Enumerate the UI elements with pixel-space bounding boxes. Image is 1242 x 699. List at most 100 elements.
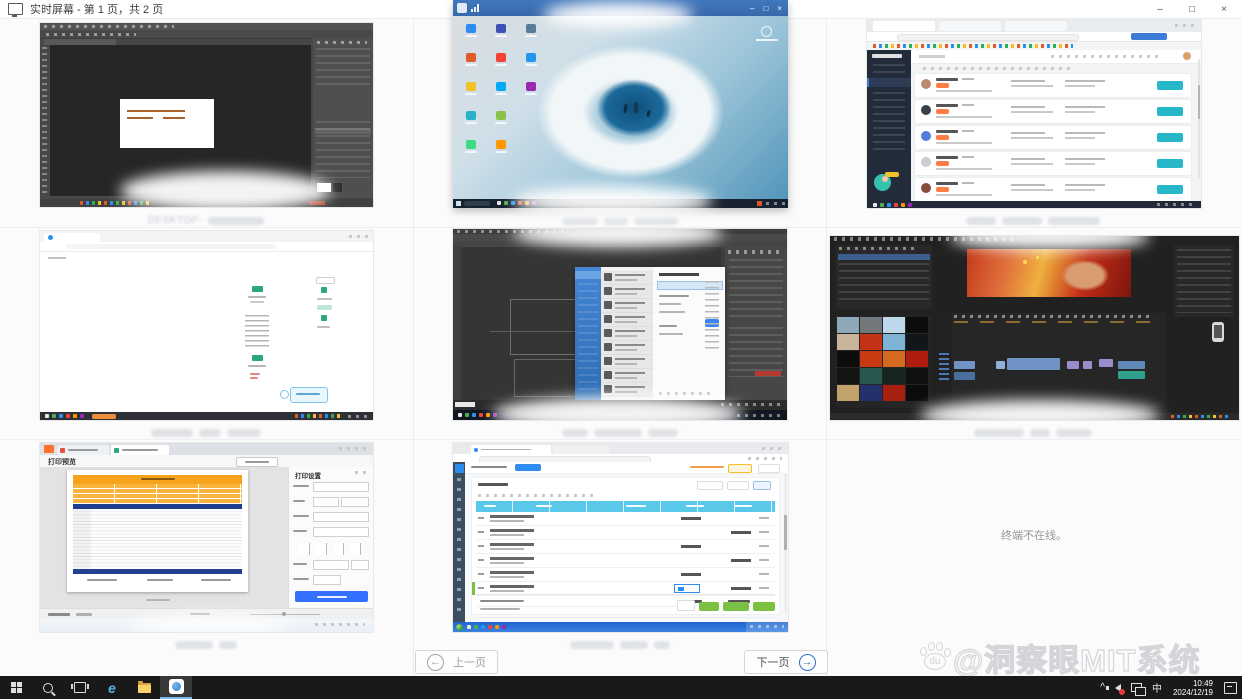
browser-chrome: [40, 231, 373, 242]
dialog-list-row: [601, 355, 653, 369]
terminal-label: [923, 426, 1143, 439]
thumbnail-video-editor[interactable]: [830, 236, 1239, 420]
signal-bars-icon: [471, 4, 479, 12]
gear-icon: [761, 26, 772, 37]
ime-button[interactable]: 中: [1147, 676, 1167, 699]
desktop-icon: [491, 53, 511, 77]
close-button[interactable]: ×: [1208, 0, 1240, 18]
next-page-label: 下一页: [757, 654, 790, 670]
task-view-button[interactable]: [64, 676, 96, 699]
thumbnail-accounting-app[interactable]: [453, 443, 788, 632]
window-title: 实时屏幕 - 第 1 页，共 2 页: [30, 1, 163, 17]
desktop-icon: [491, 82, 511, 106]
ime-label: 中: [1152, 680, 1162, 695]
media-thumbnail: [883, 368, 905, 384]
thumbnail-wps-print[interactable]: 打印预览 打印设置: [40, 443, 373, 632]
media-thumbnail: [883, 334, 905, 350]
next-page-button[interactable]: 下一页 →: [744, 650, 828, 674]
zoom-widget: [290, 387, 328, 403]
mini-taskbar-icon: [52, 414, 56, 418]
internet-explorer-button[interactable]: e: [96, 676, 128, 699]
candidate-card: [915, 100, 1191, 123]
desktop-icon: [491, 140, 511, 164]
remote-taskbar: [40, 412, 373, 420]
voucher-row: [476, 554, 775, 568]
action-center-button[interactable]: [1219, 676, 1242, 699]
mini-taskbar-icon: [502, 625, 506, 629]
terminal-label: [510, 638, 730, 651]
file-explorer-button[interactable]: [128, 676, 160, 699]
blur-redaction: [120, 171, 330, 207]
volume-button[interactable]: [1110, 676, 1126, 699]
media-thumbnail: [837, 334, 859, 350]
terminal-label: [96, 426, 316, 439]
media-thumbnail: [906, 385, 928, 401]
media-thumbnail: [906, 368, 928, 384]
timeline-clip: [1118, 371, 1146, 379]
thumbnail-3d-app[interactable]: [453, 229, 787, 420]
maximize-button[interactable]: □: [1176, 0, 1208, 18]
minimize-button[interactable]: –: [1144, 0, 1176, 18]
avatar: [921, 79, 931, 89]
thumbnail-photoshop[interactable]: [40, 23, 373, 207]
tag-pill: [936, 135, 949, 140]
mini-taskbar-icon: [908, 203, 912, 207]
remote-desktop: [453, 16, 788, 208]
viewer-close-button[interactable]: ×: [777, 4, 782, 13]
save-button: [699, 602, 719, 611]
network-button[interactable]: [1126, 676, 1147, 699]
timeline-clip: [1099, 359, 1113, 367]
media-thumbnail: [860, 351, 882, 367]
document-page: [67, 470, 248, 592]
viewer-minimize-button[interactable]: –: [750, 4, 754, 13]
timeline-clip: [954, 361, 975, 369]
timeline-clip: [1007, 358, 1060, 370]
mini-taskbar-icon: [458, 413, 462, 417]
voucher-row: [476, 568, 775, 582]
start-button[interactable]: [0, 676, 32, 699]
mini-taskbar-icon: [80, 414, 84, 418]
media-thumbnail: [883, 317, 905, 333]
timeline-clip: [1083, 361, 1092, 369]
wps-logo: [44, 445, 54, 453]
effects-panel: [836, 245, 932, 309]
thumbnail-offline-terminal[interactable]: 终端不在线。: [826, 439, 1242, 651]
scrollbar[interactable]: [1198, 59, 1200, 179]
grid-divider: [0, 227, 1242, 228]
mini-taskbar-icon: [472, 413, 476, 417]
app-topbar: [465, 462, 788, 474]
prev-page-button[interactable]: ← 上一页: [415, 650, 498, 674]
thumbnail-browser-recruiting[interactable]: [867, 19, 1201, 208]
preview-area: [40, 467, 288, 608]
dialog-list-row: [601, 341, 653, 355]
media-thumbnail: [837, 317, 859, 333]
dialog-list-row: [601, 271, 653, 285]
monitor-icon: [8, 3, 23, 15]
mini-taskbar-icon: [504, 201, 508, 205]
viewer-maximize-button[interactable]: □: [763, 4, 768, 13]
notification-icon: [1224, 682, 1237, 694]
viewer-app-icon: [457, 3, 467, 13]
mini-taskbar-icon: [495, 625, 499, 629]
monitor-app-button[interactable]: [160, 676, 192, 699]
diagram-node: [252, 286, 263, 292]
chevron-up-icon: ^: [1100, 682, 1105, 693]
thumbnail-diagram-app[interactable]: [40, 231, 373, 420]
mini-taskbar-icon: [873, 203, 877, 207]
scrollbar[interactable]: [784, 473, 787, 613]
mini-taskbar-icon: [66, 414, 70, 418]
timeline-clip: [1118, 361, 1146, 369]
mini-taskbar-icon: [488, 625, 492, 629]
tag-pill: [936, 83, 949, 88]
remote-taskbar: [453, 622, 788, 632]
whale: [647, 110, 651, 117]
terminal-label: [96, 638, 316, 651]
mini-taskbar-icon: [59, 414, 63, 418]
system-tray: ^ 中 10:49 2024/12/19: [1095, 676, 1242, 699]
clock[interactable]: 10:49 2024/12/19: [1167, 679, 1219, 697]
thumbnail-desktop-viewer[interactable]: – □ ×: [453, 0, 788, 208]
search-button[interactable]: [32, 676, 64, 699]
windows-logo-icon: [11, 682, 22, 693]
blur-redaction: [130, 615, 290, 632]
diagram-node-list: [245, 315, 269, 347]
